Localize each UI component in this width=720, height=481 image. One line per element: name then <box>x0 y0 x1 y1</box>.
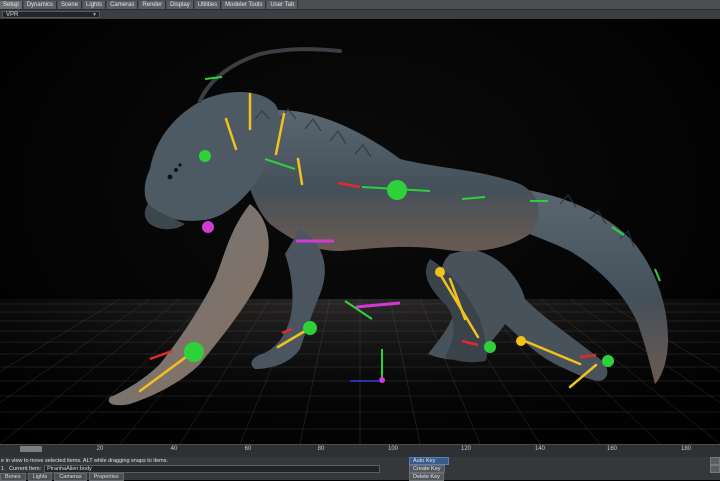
tab-cameras[interactable]: Cameras <box>107 0 139 9</box>
current-item-value: PiranhaAlien:body <box>47 465 92 472</box>
timeline-tick: 140 <box>534 446 546 452</box>
viewport-scene <box>0 47 720 444</box>
create-key-button[interactable]: Create Key <box>409 465 445 473</box>
current-item-select[interactable]: PiranhaAlien:body <box>44 464 381 473</box>
pivot-marker[interactable] <box>379 377 385 383</box>
view-mode-select[interactable]: VPR ▼ <box>2 11 100 18</box>
handle-green-ankle-left[interactable] <box>484 341 496 353</box>
status-bar: e in view to move selected items. ALT wh… <box>0 457 720 481</box>
viewport-toolbar: VPR ▼ <box>0 10 720 19</box>
auto-key-button[interactable]: Auto Key <box>409 457 449 465</box>
handle-magenta-point[interactable] <box>202 221 214 233</box>
handle-green-ankle-right[interactable] <box>602 355 614 367</box>
frame-number: 1 <box>1 465 5 472</box>
handle-yellow-ankle[interactable] <box>516 336 526 346</box>
timeline-tick: 120 <box>460 446 472 452</box>
timeline-tick: 40 <box>170 446 178 452</box>
handle-green-neck[interactable] <box>199 150 211 162</box>
tab-lights-items[interactable]: Lights <box>27 472 53 481</box>
timeline[interactable]: 20 40 60 80 100 120 140 160 180 <box>0 444 720 458</box>
viewport-3d[interactable] <box>0 19 720 444</box>
timeline-tick: 180 <box>680 446 692 452</box>
indicator-box[interactable] <box>710 465 720 473</box>
timeline-tick: 20 <box>96 446 104 452</box>
handle-green-wrist-right[interactable] <box>303 321 317 335</box>
view-mode-value: VPR <box>6 12 19 18</box>
tab-modeler-tools[interactable]: Modeler Tools <box>222 0 267 9</box>
timeline-tick: 100 <box>387 446 399 452</box>
tab-render[interactable]: Render <box>139 0 167 9</box>
tab-user-tab[interactable]: User Tab <box>267 0 299 9</box>
tab-dynamics[interactable]: Dynamics <box>23 0 58 9</box>
current-item-label: Current Item: <box>9 465 42 472</box>
floor-grid <box>0 298 720 444</box>
handle-green-wrist-left[interactable] <box>184 342 204 362</box>
handle-yellow-knee[interactable] <box>435 267 445 277</box>
timeline-tick: 80 <box>317 446 325 452</box>
chevron-down-icon: ▼ <box>92 12 97 18</box>
tab-utilities[interactable]: Utilities <box>194 0 222 9</box>
status-hint: e in view to move selected items. ALT wh… <box>1 457 169 464</box>
tab-cameras-items[interactable]: Cameras <box>54 472 87 481</box>
menu-bar: Setup Dynamics Scene Lights Cameras Rend… <box>0 0 720 10</box>
tab-lights[interactable]: Lights <box>83 0 107 9</box>
timeline-tick: 60 <box>244 446 252 452</box>
tab-setup[interactable]: Setup <box>0 0 23 9</box>
tab-scene[interactable]: Scene <box>58 0 83 9</box>
timeline-tick: 160 <box>606 446 618 452</box>
item-type-tabs: Bones Lights Cameras Properties <box>0 472 126 481</box>
timeline-scrub-handle[interactable] <box>20 446 42 452</box>
tab-properties[interactable]: Properties <box>88 472 124 481</box>
tab-display[interactable]: Display <box>167 0 194 9</box>
tab-bones[interactable]: Bones <box>0 472 26 481</box>
indicator-box[interactable] <box>710 457 720 465</box>
